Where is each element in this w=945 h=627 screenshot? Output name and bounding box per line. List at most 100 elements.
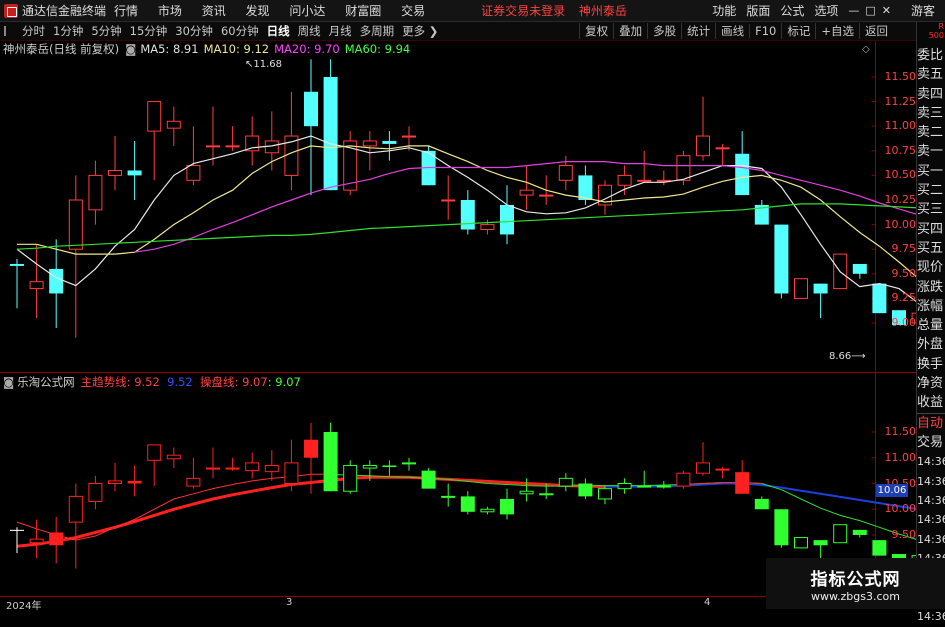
lower-candle-body [794,537,808,549]
lower-candle-body [68,495,83,523]
period-multi[interactable]: 多周期 [356,23,399,39]
period-15min[interactable]: 15分钟 [126,23,172,39]
order-book-list: 委比 卖五 卖四 卖三 卖二 卖一 买一 买二 买三 买四 买五 现价 涨跌 涨幅 总量 外盘 换手 净资 收益 [917,46,945,413]
price-tick: 9.25 [891,291,917,305]
menu-discover[interactable]: 发现 [246,4,270,18]
lower-candle-body [304,439,318,458]
sidebar-item: 外盘 [917,337,944,353]
sidebar-item: 卖四 [917,86,944,102]
panel-toggle-icon[interactable] [4,26,14,36]
tool-multi-stock[interactable]: 多股 [647,23,681,39]
kline-chart[interactable] [0,0,945,609]
tool-f10[interactable]: F10 [749,24,781,38]
tool-draw[interactable]: 画线 [715,23,749,39]
chart-frame [0,41,916,596]
site-watermark: 指标公式网 www.zbgs3.com [766,558,945,609]
lower-candle-body [617,483,632,490]
candle-body [10,263,24,266]
menu-layout[interactable]: 版面 [746,2,770,19]
lower-candle-body [49,532,64,546]
menu-market[interactable]: 市场 [158,4,182,18]
indicator-settings-icon[interactable]: ◙ [125,42,136,56]
menu-news[interactable]: 资讯 [202,4,226,18]
menu-function[interactable]: 功能 [712,2,736,19]
quote-sidebar: R 500 委比 卖五 卖四 卖三 卖二 卖一 买一 买二 买三 买四 买五 现价 涨跌 涨幅 总量 外盘 换手净… [916,22,945,623]
lower-candle-body [872,540,887,556]
tool-overlay[interactable]: 叠加 [613,23,647,39]
period-5min[interactable]: 5分钟 [87,23,125,39]
candle-body [852,263,867,274]
close-icon[interactable]: ✕ [882,4,891,17]
ma-line-ma60 [16,203,945,250]
period-intraday[interactable]: 分时 [18,23,49,39]
app-name: 通达信金融终端 [22,4,107,18]
tool-stats[interactable]: 统计 [681,23,715,39]
tool-mark[interactable]: 标记 [781,23,815,39]
period-1min[interactable]: 1分钟 [49,23,87,39]
lower-price-tick: 11.00 [884,450,917,464]
lower-candle-body [245,462,260,472]
ma20-legend: MA20: 9.70 [274,42,340,56]
stock-name: 神州泰岳 [3,42,49,56]
operate-line-up-2 [683,482,762,485]
candle-body [402,135,416,138]
period-60min[interactable]: 60分钟 [217,23,263,39]
ma20-value: 9.70 [314,42,340,56]
sidebar-item: 换手 [917,356,944,372]
period-weekly[interactable]: 周线 [294,23,325,39]
lower-price-tick: 9.50 [891,528,917,541]
menu-quote[interactable]: 行情 [114,4,138,18]
menu-trade[interactable]: 交易 [401,4,425,18]
maximize-icon[interactable]: □ [865,4,875,17]
menu-options[interactable]: 选项 [814,2,838,19]
date-label-march: 3 [286,597,293,608]
lower-candle-body [264,464,279,473]
period-30min[interactable]: 30分钟 [171,23,217,39]
main-menu: 行情 市场 资讯 发现 问小达 财富圈 交易 [114,2,441,19]
high-value: 11.68 [253,59,283,70]
period-toolbar: 分时 1分钟 5分钟 15分钟 30分钟 60分钟 日线 周线 月线 多周期 更… [0,22,945,41]
menu-wealth-circle[interactable]: 财富圈 [345,4,381,18]
lower-candle-body [206,467,220,470]
auto-trade-block[interactable]: 自动 交易 [917,412,945,453]
title-notice: 证券交易未登录 神州泰岳 [481,2,637,19]
blue-line-value: 9.52 [167,375,193,389]
candle-body [362,140,377,147]
period-monthly[interactable]: 月线 [325,23,356,39]
candle-body [88,174,103,211]
sidebar-item: 买五 [917,240,944,256]
chevron-right-icon: ❯ [425,24,439,38]
candle-body [578,175,593,200]
price-tick: 10.00 [884,217,917,231]
candle-body [186,165,201,181]
candle-body [29,281,44,290]
tool-adjust[interactable]: 复权 [579,23,613,39]
main-trend-value: 9.52 [134,375,160,389]
operate-line-down [330,473,945,547]
tool-back[interactable]: 返回 [859,23,893,39]
candle-body [127,170,142,176]
minimize-icon[interactable]: — [848,4,859,17]
price-tick: 9.00 [891,316,917,329]
login-status[interactable]: 证券交易未登录 [481,4,565,18]
tick-time: 14:36 [917,610,945,624]
sidebar-item: 买三 [917,202,944,218]
period-more[interactable]: 更多 ❯ [398,23,442,39]
lower-settings-icon[interactable]: ◙ [3,375,14,389]
main-ma-lines [16,135,945,318]
candle-body [206,145,220,148]
lower-candle-body [421,470,436,489]
price-tick: 10.50 [884,168,917,182]
guest-user[interactable]: 游客 [911,2,935,19]
sidebar-item: 涨跌 [917,279,944,295]
lower-candle-body [539,493,554,496]
tick-time: 14:36 [917,494,945,508]
menu-formula[interactable]: 公式 [780,2,804,19]
candle-body [166,120,181,129]
menu-ask-assistant[interactable]: 问小达 [289,4,325,18]
ma10-label: MA10: [203,42,240,56]
tool-add-watchlist[interactable]: +自选 [815,23,859,39]
watermark-title: 指标公式网 [810,569,901,590]
diamond-icon[interactable]: ◇ [862,44,870,55]
period-daily[interactable]: 日线 [263,23,294,39]
